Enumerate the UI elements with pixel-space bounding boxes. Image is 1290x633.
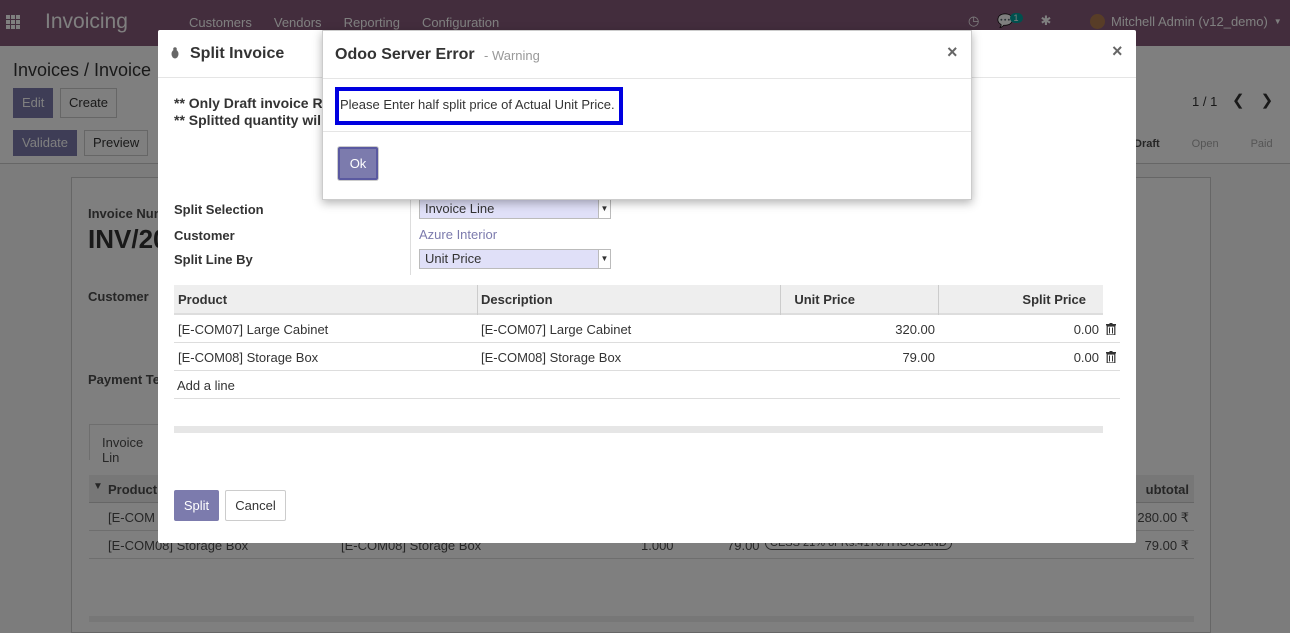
col-split-price[interactable]: Split Price [1022,292,1086,307]
column-divider [938,285,939,315]
close-icon[interactable]: × [947,42,958,63]
line-description: [E-COM07] Large Cabinet [481,322,632,337]
customer-label: Customer [174,228,235,243]
line-split-price[interactable]: 0.00 [1074,350,1099,365]
dialog-footer-divider [323,131,971,132]
table-row[interactable]: [E-COM08] Storage Box [E-COM08] Storage … [174,343,1120,371]
col-product[interactable]: Product [178,292,227,307]
table-header: Product Description Unit Price Split Pri… [174,285,1103,315]
table-footer [174,426,1103,433]
line-product: [E-COM08] Storage Box [178,350,319,365]
line-split-price[interactable]: 0.00 [1074,322,1099,337]
col-unit-price[interactable]: Unit Price [794,292,855,307]
line-product: [E-COM07] Large Cabinet [178,322,329,337]
trash-icon[interactable] [1106,351,1116,363]
error-message: Please Enter half split price of Actual … [335,87,623,125]
col-description[interactable]: Description [481,292,553,307]
table-row[interactable]: [E-COM07] Large Cabinet [E-COM07] Large … [174,315,1120,343]
split-line-by-value: Unit Price [425,251,482,266]
column-divider [780,285,781,315]
error-title: Odoo Server Error [335,46,475,63]
server-error-dialog: Odoo Server Error - Warning × Please Ent… [322,30,972,200]
split-selection-value: Invoice Line [425,201,495,216]
dialog-notes: ** Only Draft invoice R ** Splitted quan… [174,95,323,129]
split-line-by-select[interactable]: Unit Price ▼ [419,249,611,269]
split-selection-select[interactable]: Invoice Line ▼ [419,199,611,219]
line-unit-price: 320.00 [895,322,935,337]
split-selection-label: Split Selection [174,202,264,217]
customer-link[interactable]: Azure Interior [419,227,497,242]
bug-icon [171,47,179,59]
cancel-button[interactable]: Cancel [225,490,286,521]
error-subtitle: - Warning [484,48,540,63]
line-description: [E-COM08] Storage Box [481,350,622,365]
ok-button[interactable]: Ok [338,147,378,180]
note-draft-only: ** Only Draft invoice R [174,95,323,111]
close-icon[interactable]: × [1112,41,1123,62]
add-line-link[interactable]: Add a line [177,378,235,393]
error-dialog-header: Odoo Server Error - Warning × [323,31,971,79]
line-unit-price: 79.00 [902,350,935,365]
field-separator [410,198,411,275]
dropdown-arrow-icon: ▼ [598,200,610,218]
dropdown-arrow-icon: ▼ [598,250,610,268]
note-split-quantity: ** Splitted quantity wil [174,112,322,128]
split-button[interactable]: Split [174,490,219,521]
trash-icon[interactable] [1106,323,1116,335]
column-divider [477,285,478,315]
add-line-row: Add a line [174,371,1120,399]
split-line-by-label: Split Line By [174,252,253,267]
dialog-title: Split Invoice [190,45,285,62]
